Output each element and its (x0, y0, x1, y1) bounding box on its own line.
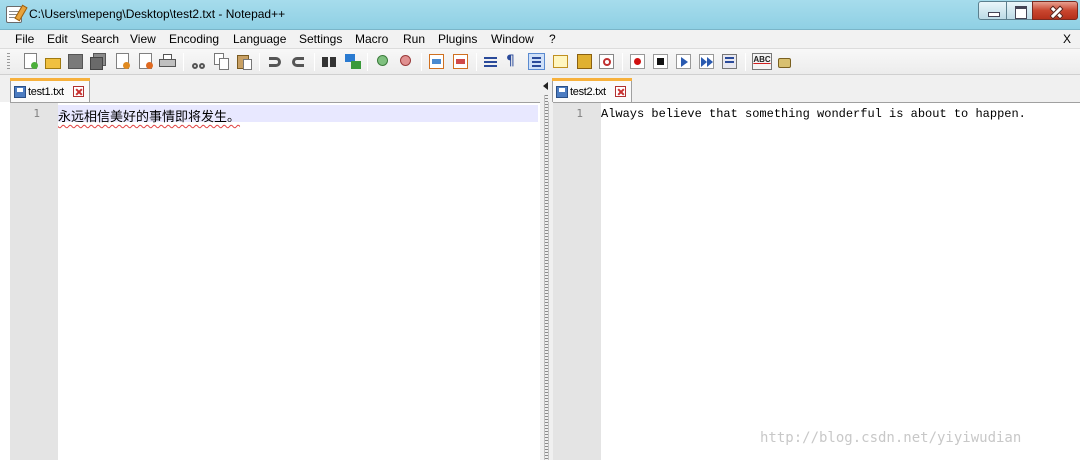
toolbar-separator (745, 53, 746, 71)
close-all-icon[interactable] (137, 53, 154, 70)
menu-plugins[interactable]: Plugins (438, 32, 477, 46)
play-macro-icon[interactable] (675, 53, 692, 70)
editor-text[interactable]: Always believe that something wonderful … (601, 107, 1026, 121)
tab-close-icon[interactable] (73, 86, 84, 97)
show-all-chars-icon[interactable]: ¶ (506, 53, 523, 70)
line-number: 1 (576, 107, 583, 120)
undo-icon[interactable] (266, 53, 283, 70)
tab-test2[interactable]: test2.txt (552, 78, 632, 102)
close-file-icon[interactable] (114, 53, 131, 70)
print-icon[interactable] (159, 53, 176, 70)
toolbar-grip[interactable] (7, 53, 10, 71)
toolbar-separator (259, 53, 260, 71)
sync-vertical-icon[interactable] (428, 53, 445, 70)
cut-icon[interactable] (190, 53, 207, 70)
toolbar: ¶ ABC (0, 49, 1080, 75)
close-document-button[interactable]: X (1063, 32, 1071, 46)
window-title: C:\Users\mepeng\Desktop\test2.txt - Note… (29, 7, 286, 21)
menu-help[interactable]: ? (549, 32, 556, 46)
tab-label: test2.txt (570, 86, 606, 98)
toolbar-separator (314, 53, 315, 71)
line-number: 1 (33, 107, 40, 120)
line-number-gutter: 1 (553, 103, 601, 460)
copy-icon[interactable] (213, 53, 230, 70)
tab-close-icon[interactable] (615, 86, 626, 97)
watermark-text: http://blog.csdn.net/yiyiwudian (760, 430, 1022, 446)
paste-icon[interactable] (236, 53, 253, 70)
saved-file-icon (556, 86, 568, 98)
doc-map-icon[interactable] (576, 53, 593, 70)
close-window-button[interactable] (1032, 1, 1078, 20)
editor-text[interactable]: 永远相信美好的事情即将发生。 (58, 106, 240, 125)
redo-icon[interactable] (290, 53, 307, 70)
maximize-button[interactable] (1006, 1, 1033, 20)
menu-language[interactable]: Language (233, 32, 286, 46)
saved-file-icon (14, 86, 26, 98)
menu-file[interactable]: File (15, 32, 34, 46)
spell-check-icon[interactable]: ABC (752, 53, 772, 70)
toolbar-separator (367, 53, 368, 71)
tools-icon[interactable] (776, 53, 793, 70)
minimize-button[interactable] (978, 1, 1007, 20)
open-file-icon[interactable] (45, 53, 62, 70)
title-bar: C:\Users\mepeng\Desktop\test2.txt - Note… (0, 0, 1080, 30)
left-tab-bar: test1.txt (0, 75, 540, 102)
menu-encoding[interactable]: Encoding (169, 32, 219, 46)
splitter-grip[interactable] (544, 95, 549, 460)
toolbar-separator (476, 53, 477, 71)
word-wrap-icon[interactable] (483, 53, 500, 70)
run-macro-multiple-icon[interactable] (698, 53, 715, 70)
menu-window[interactable]: Window (491, 32, 534, 46)
view-splitter[interactable] (540, 75, 553, 460)
find-icon[interactable] (321, 53, 338, 70)
menu-view[interactable]: View (130, 32, 156, 46)
tab-label: test1.txt (28, 86, 64, 98)
save-icon[interactable] (67, 53, 84, 70)
menu-run[interactable]: Run (403, 32, 425, 46)
menu-bar: File Edit Search View Encoding Language … (0, 30, 1080, 49)
user-language-icon[interactable] (552, 53, 569, 70)
save-macro-icon[interactable] (721, 53, 738, 70)
right-editor[interactable]: 1 Always believe that something wonderfu… (553, 102, 1080, 460)
left-editor[interactable]: 1 永远相信美好的事情即将发生。 (10, 102, 540, 460)
sync-horizontal-icon[interactable] (452, 53, 469, 70)
menu-edit[interactable]: Edit (47, 32, 68, 46)
toolbar-separator (421, 53, 422, 71)
indent-guide-icon[interactable] (528, 53, 545, 70)
stop-macro-icon[interactable] (652, 53, 669, 70)
menu-macro[interactable]: Macro (355, 32, 388, 46)
notepad-plus-plus-icon (6, 6, 22, 23)
menu-settings[interactable]: Settings (299, 32, 342, 46)
zoom-in-icon[interactable] (375, 53, 392, 70)
tab-test1[interactable]: test1.txt (10, 78, 90, 102)
new-file-icon[interactable] (22, 53, 39, 70)
toolbar-separator (183, 53, 184, 71)
function-list-icon[interactable] (598, 53, 615, 70)
menu-search[interactable]: Search (81, 32, 119, 46)
line-number-gutter: 1 (10, 103, 58, 460)
replace-icon[interactable] (345, 53, 362, 70)
save-all-icon[interactable] (90, 53, 107, 70)
zoom-out-icon[interactable] (398, 53, 415, 70)
record-macro-icon[interactable] (629, 53, 646, 70)
toolbar-separator (622, 53, 623, 71)
right-tab-bar: test2.txt (548, 75, 1080, 102)
